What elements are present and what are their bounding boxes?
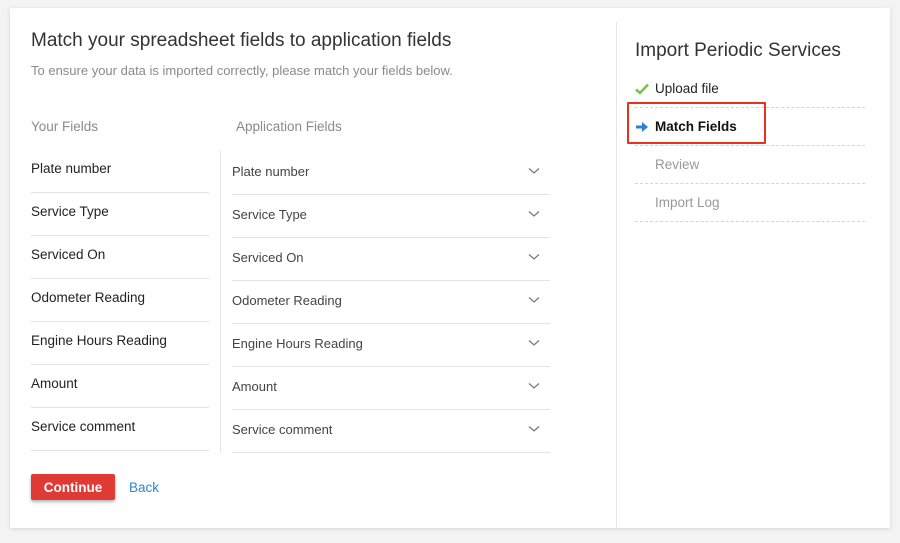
your-field-item: Amount	[31, 366, 209, 408]
selected-value: Engine Hours Reading	[232, 336, 363, 351]
selected-value: Amount	[232, 379, 277, 394]
steps-sidebar: Import Periodic Services Upload file Mat…	[616, 22, 891, 528]
step-label: Match Fields	[655, 119, 737, 134]
sidebar-title: Import Periodic Services	[635, 40, 841, 61]
application-field-select[interactable]: Service Type	[232, 194, 550, 238]
page-subtitle: To ensure your data is imported correctl…	[31, 63, 453, 78]
your-field-item: Serviced On	[31, 237, 209, 279]
continue-button[interactable]: Continue	[31, 474, 115, 500]
application-field-select[interactable]: Engine Hours Reading	[232, 323, 550, 367]
application-field-select[interactable]: Amount	[232, 366, 550, 410]
chevron-down-icon[interactable]	[528, 167, 540, 175]
selected-value: Service comment	[232, 422, 333, 437]
step-label: Import Log	[655, 195, 720, 210]
page-title: Match your spreadsheet fields to applica…	[31, 30, 452, 51]
chevron-down-icon[interactable]	[528, 339, 540, 347]
chevron-down-icon[interactable]	[528, 382, 540, 390]
step-import-log: Import Log	[635, 184, 865, 222]
check-icon	[635, 83, 649, 95]
chevron-down-icon[interactable]	[528, 296, 540, 304]
step-label: Upload file	[655, 81, 719, 96]
application-field-select[interactable]: Odometer Reading	[232, 280, 550, 324]
column-divider	[220, 151, 221, 453]
selected-value: Odometer Reading	[232, 293, 342, 308]
application-field-select[interactable]: Service comment	[232, 409, 550, 453]
selected-value: Service Type	[232, 207, 307, 222]
selected-value: Plate number	[232, 164, 310, 179]
your-field-item: Service comment	[31, 409, 209, 451]
your-field-item: Engine Hours Reading	[31, 323, 209, 365]
step-review: Review	[635, 146, 865, 184]
arrow-right-icon	[636, 122, 648, 132]
step-match-fields: Match Fields	[635, 108, 865, 146]
match-fields-panel: Match your spreadsheet fields to applica…	[10, 8, 616, 528]
step-label: Review	[655, 157, 700, 172]
import-card: Match your spreadsheet fields to applica…	[10, 8, 890, 528]
application-field-select[interactable]: Serviced On	[232, 237, 550, 281]
application-field-select[interactable]: Plate number	[232, 151, 550, 195]
your-field-item: Service Type	[31, 194, 209, 236]
back-link[interactable]: Back	[129, 480, 159, 495]
chevron-down-icon[interactable]	[528, 253, 540, 261]
application-fields-header: Application Fields	[236, 119, 342, 134]
step-upload-file: Upload file	[635, 70, 865, 108]
your-field-item: Odometer Reading	[31, 280, 209, 322]
chevron-down-icon[interactable]	[528, 425, 540, 433]
your-fields-header: Your Fields	[31, 119, 99, 134]
chevron-down-icon[interactable]	[528, 210, 540, 218]
your-field-item: Plate number	[31, 151, 209, 193]
selected-value: Serviced On	[232, 250, 304, 265]
